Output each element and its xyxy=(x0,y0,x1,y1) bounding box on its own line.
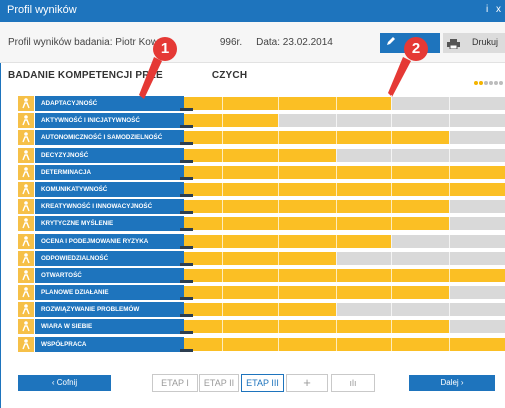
segment-divider xyxy=(336,95,337,355)
runner-icon xyxy=(18,113,34,129)
competency-chart: ADAPTACYJNOŚĆ AKTYWNOŚĆ I INICJATYWNOŚĆ AU… xyxy=(18,95,505,353)
bar-fill xyxy=(166,131,449,145)
segment-divider xyxy=(278,95,279,355)
etap-2-button[interactable]: ETAP II xyxy=(199,374,239,392)
back-button[interactable]: ‹ Cofnij xyxy=(18,375,111,391)
section-title: BADANIE KOMPETENCJI PRZE CZYCH xyxy=(8,70,248,81)
label-notch xyxy=(180,159,193,163)
competency-label: AKTYWNOŚĆ I INICJATYWNOŚĆ xyxy=(35,113,184,129)
annotation-arrow-1 xyxy=(139,57,162,99)
competency-row: PLANOWE DZIAŁANIE xyxy=(18,284,505,301)
walker-icon xyxy=(18,130,34,146)
competency-row: AKTYWNOŚĆ I INICJATYWNOŚĆ xyxy=(18,112,505,129)
dot[interactable] xyxy=(474,81,478,85)
label-notch xyxy=(180,211,193,215)
competency-row: KOMUNIKATYWNOŚĆ xyxy=(18,181,505,198)
figure-icon xyxy=(18,147,34,163)
dot[interactable] xyxy=(484,81,488,85)
acrobat-icon xyxy=(18,233,34,249)
subject-info: Profil wyników badania: Piotr Kowal xyxy=(8,37,166,48)
competency-label: OTWARTOŚĆ xyxy=(35,267,184,283)
pagination-dots[interactable] xyxy=(474,72,504,90)
annotation-arrow-2 xyxy=(388,57,411,97)
label-notch xyxy=(180,314,193,318)
dot[interactable] xyxy=(489,81,493,85)
label-notch xyxy=(180,142,193,146)
competency-row: KREATYWNOŚĆ I INNOWACYJNOŚĆ xyxy=(18,198,505,215)
competency-label: PLANOWE DZIAŁANIE xyxy=(35,285,184,301)
label-notch xyxy=(180,262,193,266)
competency-row: DETERMINACJA xyxy=(18,164,505,181)
cheering-person-icon xyxy=(18,319,34,335)
competency-row: ROZWIĄZYWANIE PROBLEMÓW xyxy=(18,301,505,318)
pencil-icon xyxy=(385,35,397,50)
competency-row: DECYZYJNOŚĆ xyxy=(18,147,505,164)
print-button[interactable]: Drukuj xyxy=(443,33,505,53)
dot[interactable] xyxy=(494,81,498,85)
label-notch xyxy=(180,348,193,352)
window-title: Profil wyników xyxy=(7,4,77,16)
label-notch xyxy=(180,176,193,180)
competency-row: KRYTYCZNE MYŚLENIE xyxy=(18,215,505,232)
competency-row: ADAPTACYJNOŚĆ xyxy=(18,95,505,112)
competency-label: DECYZYJNOŚĆ xyxy=(35,147,184,163)
add-button[interactable]: + xyxy=(286,374,328,392)
birth-year: 996r. xyxy=(219,37,243,48)
label-notch xyxy=(180,245,193,249)
close-icon[interactable]: x xyxy=(496,4,501,15)
bar-fill xyxy=(166,320,449,334)
competency-row: OTWARTOŚĆ xyxy=(18,267,505,284)
label-notch xyxy=(180,193,193,197)
competency-label: WSPÓŁPRACA xyxy=(35,336,184,352)
person-icon xyxy=(18,96,34,111)
door-icon xyxy=(18,267,34,283)
hand-icon xyxy=(18,250,34,266)
competency-label: ODPOWIEDZIALNOŚĆ xyxy=(35,250,184,266)
competency-row: WSPÓŁPRACA xyxy=(18,336,505,353)
label-notch xyxy=(180,125,193,129)
segment-divider xyxy=(222,95,223,355)
competency-row: OCENA I PODEJMOWANIE RYZYKA xyxy=(18,233,505,250)
competency-label: KOMUNIKATYWNOŚĆ xyxy=(35,181,184,197)
competency-label: AUTONOMICZNOŚĆ I SAMODZIELNOŚĆ xyxy=(35,130,184,146)
label-notch xyxy=(180,297,193,301)
competency-label: WIARA W SIEBIE xyxy=(35,319,184,335)
competency-row: WIARA W SIEBIE xyxy=(18,318,505,335)
competency-label: OCENA I PODEJMOWANIE RYZYKA xyxy=(35,233,184,249)
bar-fill xyxy=(166,286,449,300)
checklist-icon xyxy=(18,285,34,301)
etap-1-button[interactable]: ETAP I xyxy=(152,374,198,392)
speech-bubble-icon xyxy=(18,181,34,197)
etap-3-button[interactable]: ETAP III xyxy=(241,374,284,392)
competency-row: ODPOWIEDZIALNOŚĆ xyxy=(18,250,505,267)
competency-label: ROZWIĄZYWANIE PROBLEMÓW xyxy=(35,302,184,318)
info-icon[interactable]: i xyxy=(486,4,488,15)
competency-label: KRYTYCZNE MYŚLENIE xyxy=(35,216,184,232)
magnifier-icon xyxy=(18,216,34,232)
bar-fill xyxy=(166,217,449,231)
dot[interactable] xyxy=(499,81,503,85)
lightbulb-icon xyxy=(18,199,34,215)
next-button[interactable]: Dalej › xyxy=(409,375,495,391)
competency-label: DETERMINACJA xyxy=(35,164,184,180)
segment-divider xyxy=(391,95,392,355)
title-bar: Profil wyników i x xyxy=(0,0,505,22)
label-notch xyxy=(180,108,193,111)
dot[interactable] xyxy=(479,81,483,85)
print-label: Drukuj xyxy=(472,37,499,47)
label-notch xyxy=(180,228,193,232)
segment-divider xyxy=(449,95,450,355)
label-notch xyxy=(180,331,193,335)
competency-row: AUTONOMICZNOŚĆ I SAMODZIELNOŚĆ xyxy=(18,129,505,146)
chart-button[interactable]: ılı xyxy=(331,374,375,392)
climber-icon xyxy=(18,164,34,180)
competency-label: KREATYWNOŚĆ I INNOWACYJNOŚĆ xyxy=(35,199,184,215)
bar-fill xyxy=(166,200,449,214)
printer-icon xyxy=(447,36,460,50)
label-notch xyxy=(180,279,193,283)
handshake-icon xyxy=(18,336,34,352)
gear-icon xyxy=(18,302,34,318)
date-info: Data: 23.02.2014 xyxy=(256,37,333,48)
